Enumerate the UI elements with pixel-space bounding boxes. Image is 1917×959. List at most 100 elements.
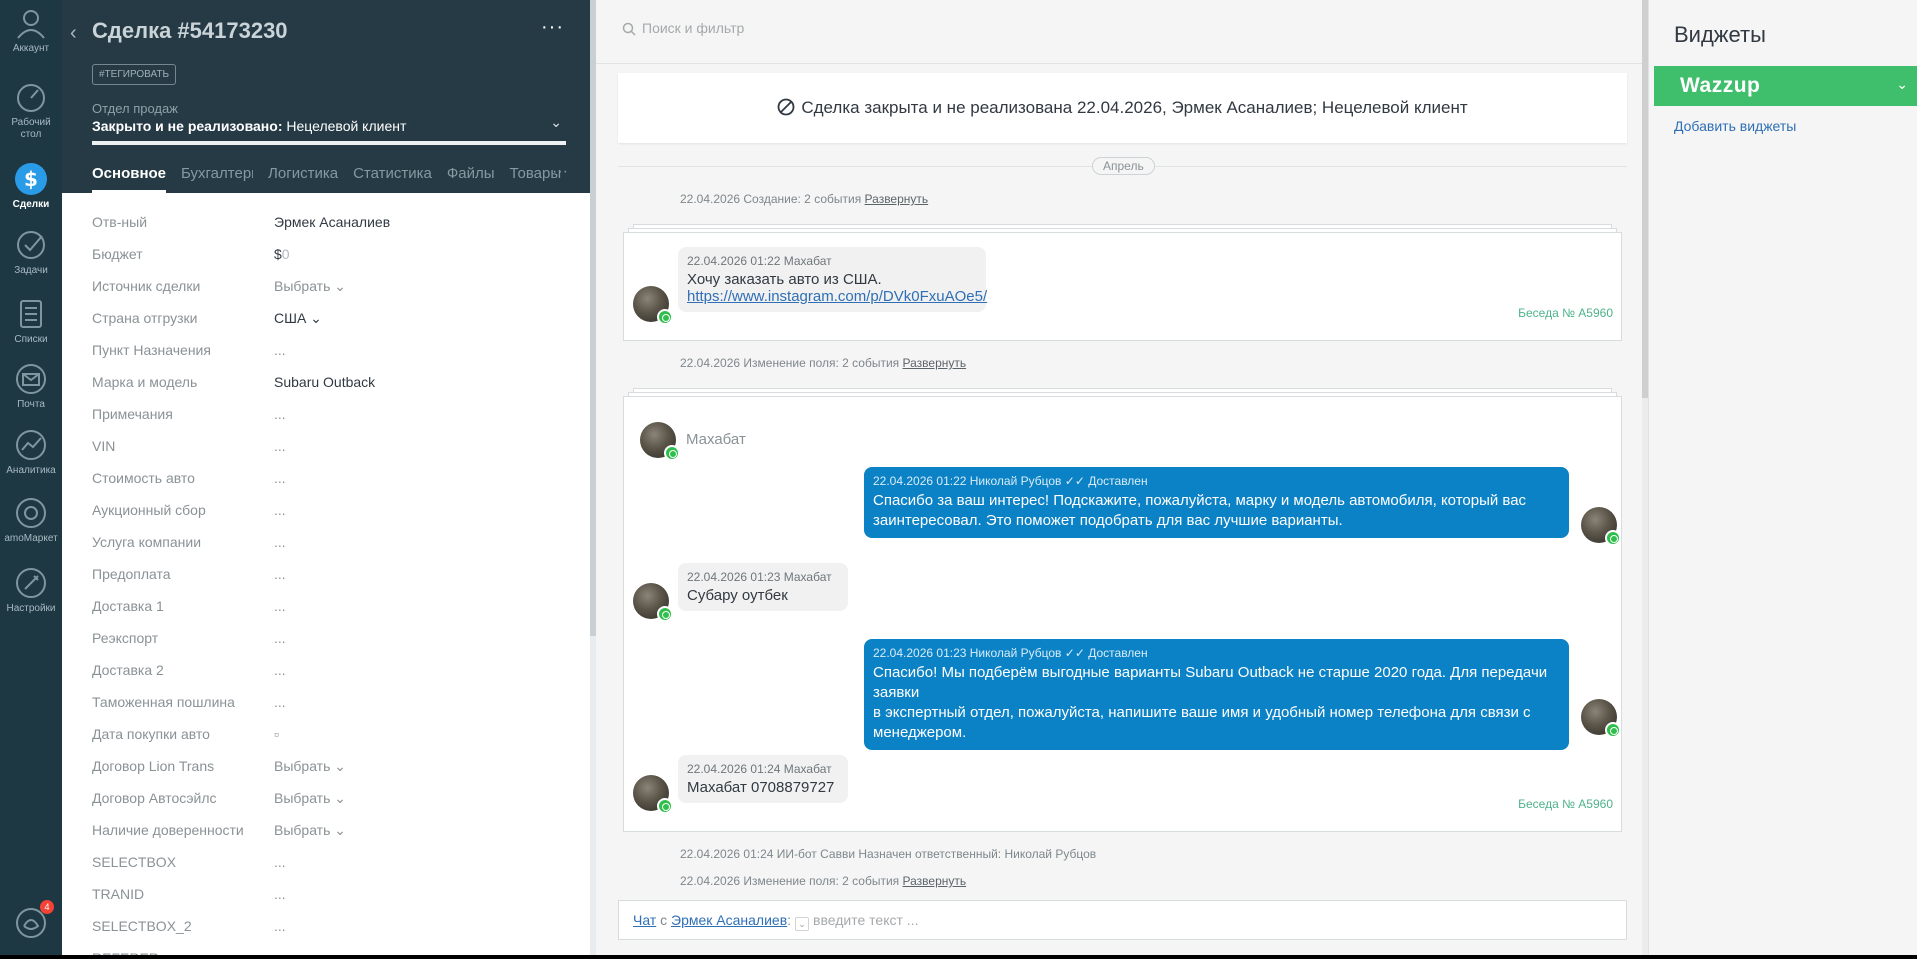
chat-block: 22.04.2026 01:22 Махабат Хочу заказать а… — [623, 232, 1622, 341]
message-text: Спасибо! Мы подберём выгодные варианты S… — [873, 664, 1548, 701]
field-value[interactable]: ... — [274, 534, 286, 550]
field-row: Наличие доверенности Выбрать ⌄ — [92, 818, 572, 850]
field-select[interactable]: Выбрать ⌄ — [274, 822, 346, 839]
field-row: Марка и модель Subaru Outback — [92, 370, 572, 402]
avatar — [640, 422, 680, 461]
month-chip: Апрель — [1092, 157, 1155, 175]
field-row: SELECTBOX... — [92, 850, 572, 882]
sender-name: Махабат — [686, 431, 746, 448]
delivered-status: Доставлен — [1088, 474, 1148, 488]
budget-value[interactable]: $0 — [274, 246, 290, 262]
pipeline-status-select[interactable]: Закрыто и не реализовано: Нецелевой клие… — [92, 118, 406, 134]
analytics-icon — [16, 430, 46, 460]
pipeline-label: Отдел продаж — [92, 101, 178, 116]
nav-item-deals[interactable]: $ Сделки — [0, 162, 62, 211]
field-select[interactable]: Выбрать ⌄ — [274, 790, 346, 807]
field-value[interactable]: ... — [274, 630, 286, 646]
chat-type-link[interactable]: Чат — [633, 912, 656, 928]
tab-main[interactable]: Основное — [92, 165, 167, 193]
chevron-down-icon[interactable]: ⌄ — [550, 114, 562, 131]
incoming-message: 22.04.2026 01:24 Махабат Махабат 0708879… — [678, 755, 848, 803]
message-meta: 22.04.2026 01:23 Махабат — [687, 570, 832, 584]
nav-item-market[interactable]: amoМаркет — [0, 496, 62, 545]
nav-item-lists[interactable]: Списки — [0, 297, 62, 346]
field-value[interactable]: ... — [274, 662, 286, 678]
chevron-down-icon[interactable]: ⌄ — [1896, 76, 1908, 93]
message-text: заинтересовал. Это поможет подобрать для… — [873, 512, 1343, 529]
nav-item-dashboard[interactable]: Рабочий стол — [0, 80, 62, 141]
feed-panel: Сделка закрыта и не реализована 22.04.20… — [596, 0, 1648, 959]
conversation-link[interactable]: Беседа № A5960 — [1518, 797, 1613, 811]
field-value[interactable]: ... — [274, 406, 286, 422]
widgets-title: Виджеты — [1674, 22, 1766, 47]
field-row: Отв-ный Эрмек Асаналиев — [92, 210, 572, 242]
lists-icon — [20, 300, 42, 328]
wazzup-widget[interactable]: Wazzup ⌄ — [1654, 66, 1917, 106]
nav-item-tasks[interactable]: Задачи — [0, 228, 62, 277]
chevron-down-icon[interactable]: ⌄ — [795, 917, 810, 931]
event-text: 22.04.2026 01:24 ИИ-бот Савви Назначен о… — [680, 847, 1097, 861]
field-select[interactable]: Выбрать ⌄ — [274, 758, 346, 775]
event-line: 22.04.2026 Изменение поля: 2 события Раз… — [680, 874, 966, 888]
calendar-icon[interactable]: ▫ — [274, 726, 279, 742]
message-composer: Чат с Эрмек Асаналиев: ⌄ — [618, 900, 1627, 940]
field-select[interactable]: США ⌄ — [274, 310, 322, 327]
field-row: Пункт Назначения... — [92, 338, 572, 370]
expand-link[interactable]: Развернуть — [865, 192, 929, 206]
instagram-link[interactable]: https://www.instagram.com/p/DVk0FxuAOe5/ — [687, 288, 987, 305]
deal-card: ‹ Сделка #54173230 ··· #ТЕГИРОВАТЬ Отдел… — [62, 0, 596, 959]
field-label: Наличие доверенности — [92, 822, 244, 838]
field-row: Доставка 2... — [92, 658, 572, 690]
deal-title[interactable]: Сделка #54173230 — [92, 18, 288, 44]
nav-item-account[interactable]: Аккаунт — [0, 6, 62, 55]
field-row: Договор Автосэйлс Выбрать ⌄ — [92, 786, 572, 818]
tabs-more-button[interactable]: ··· — [552, 163, 568, 181]
field-label: Стоимость авто — [92, 470, 195, 486]
manager-avatar — [1581, 699, 1621, 738]
field-value[interactable]: ... — [274, 342, 286, 358]
tab-statistics[interactable]: Статистика — [353, 165, 432, 193]
nav-chat-button[interactable]: 4 — [0, 900, 62, 940]
field-value[interactable]: ... — [274, 438, 286, 454]
field-value[interactable]: ... — [274, 918, 286, 934]
back-arrow-icon[interactable]: ‹ — [70, 22, 77, 45]
avatar — [633, 775, 673, 814]
tab-logistics[interactable]: Логистика — [268, 165, 338, 193]
field-value[interactable]: ... — [274, 566, 286, 582]
nav-item-analytics[interactable]: Аналитика — [0, 428, 62, 477]
tasks-icon — [17, 231, 45, 259]
field-value[interactable]: Эрмек Асаналиев — [274, 214, 390, 230]
conversation-link[interactable]: Беседа № A5960 — [1518, 306, 1613, 320]
nav-item-mail[interactable]: Почта — [0, 362, 62, 411]
contact-link[interactable]: Эрмек Асаналиев — [671, 912, 787, 928]
manager-avatar — [1581, 507, 1621, 546]
add-widgets-link[interactable]: Добавить виджеты — [1674, 118, 1796, 134]
tab-accounting[interactable]: Бухгалтерия — [181, 165, 253, 193]
whatsapp-icon — [657, 606, 673, 622]
status-reason: Нецелевой клиент — [282, 118, 407, 134]
field-label: Марка и модель — [92, 374, 198, 390]
field-value[interactable]: ... — [274, 854, 286, 870]
nav-item-settings[interactable]: Настройки — [0, 566, 62, 615]
tag-button[interactable]: #ТЕГИРОВАТЬ — [92, 64, 177, 85]
field-value[interactable]: Subaru Outback — [274, 374, 375, 390]
field-label: SELECTBOX_2 — [92, 918, 192, 934]
field-row: Примечания... — [92, 402, 572, 434]
closed-deal-banner: Сделка закрыта и не реализована 22.04.20… — [618, 73, 1627, 143]
field-value[interactable]: ... — [274, 502, 286, 518]
expand-link[interactable]: Развернуть — [903, 356, 967, 370]
field-value[interactable]: ... — [274, 886, 286, 902]
field-row: Доставка 1... — [92, 594, 572, 626]
tab-files[interactable]: Файлы — [447, 165, 495, 193]
field-value[interactable]: ... — [274, 470, 286, 486]
field-value[interactable]: ... — [274, 598, 286, 614]
expand-link[interactable]: Развернуть — [903, 874, 967, 888]
message-input[interactable] — [813, 912, 1114, 928]
field-value[interactable]: ... — [274, 694, 286, 710]
field-label: Аукционный сбор — [92, 502, 206, 518]
field-select[interactable]: Выбрать ⌄ — [274, 278, 346, 295]
search-input[interactable] — [642, 20, 1142, 36]
card-more-button[interactable]: ··· — [541, 16, 564, 39]
message-text: Субару оутбек — [687, 587, 788, 604]
nav-label: Списки — [14, 334, 48, 345]
